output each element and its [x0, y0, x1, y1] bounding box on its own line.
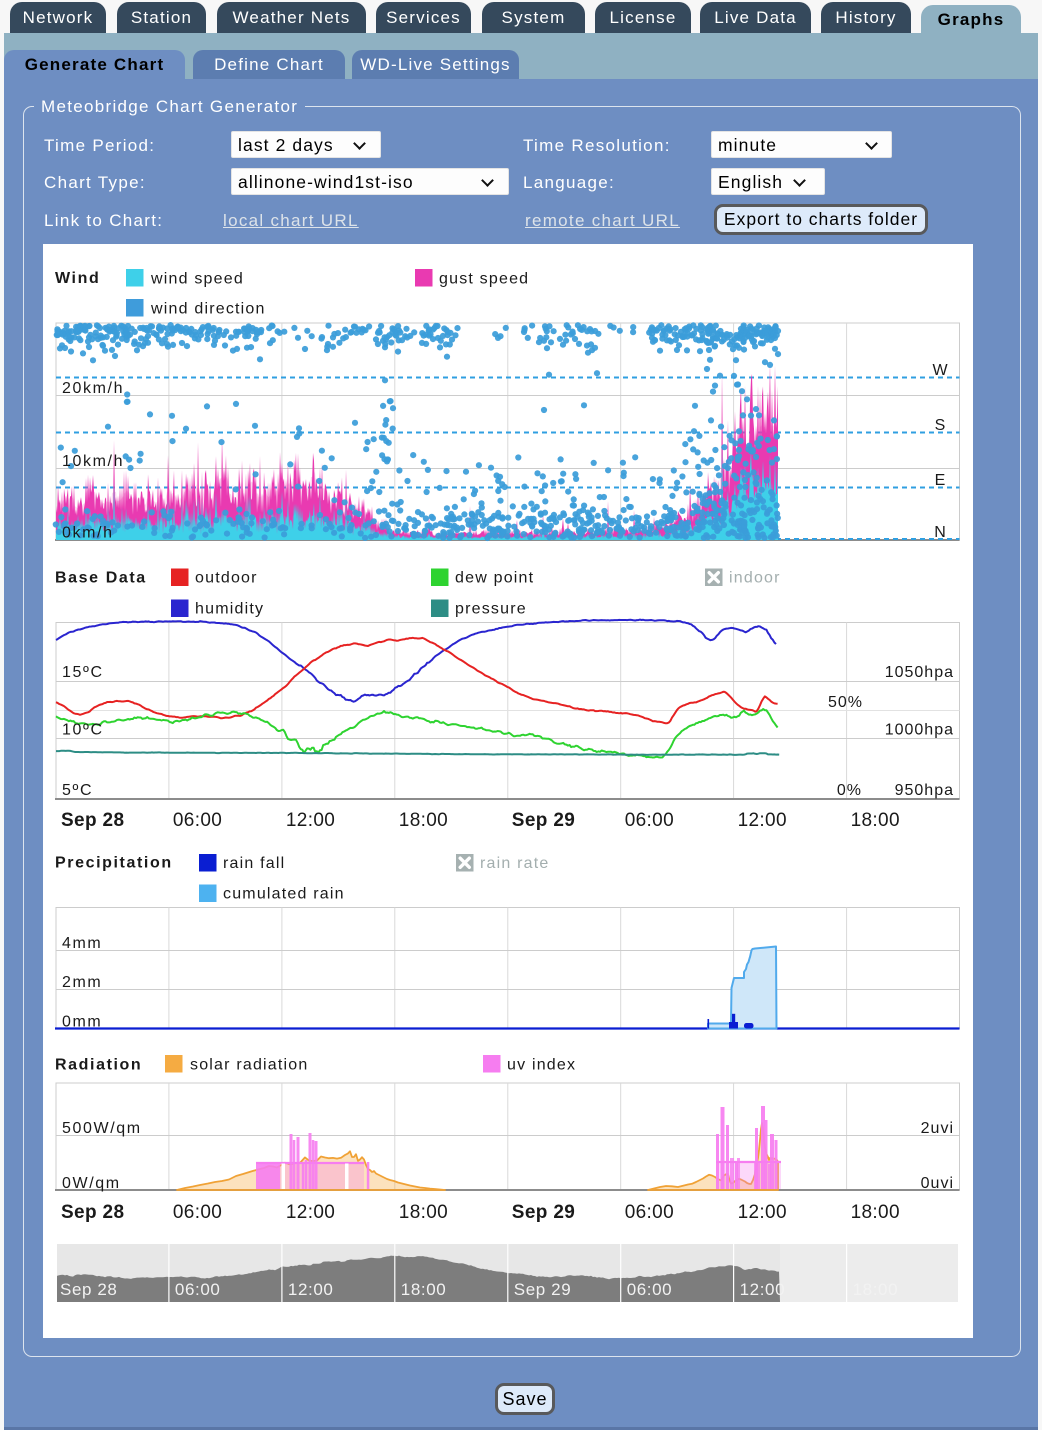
svg-text:18:00: 18:00	[851, 1202, 900, 1223]
svg-text:18:00: 18:00	[851, 810, 900, 831]
svg-text:2mm: 2mm	[62, 974, 102, 991]
svg-text:06:00: 06:00	[175, 1280, 221, 1299]
svg-text:10km/h: 10km/h	[62, 453, 124, 470]
svg-text:outdoor: outdoor	[195, 570, 258, 587]
svg-text:1050hpa: 1050hpa	[885, 664, 954, 681]
svg-text:E: E	[935, 472, 946, 489]
svg-text:solar radiation: solar radiation	[190, 1057, 309, 1074]
svg-text:N: N	[934, 524, 946, 541]
svg-text:18:00: 18:00	[853, 1280, 899, 1299]
svg-text:Sep 28: Sep 28	[61, 1202, 124, 1223]
svg-text:20km/h: 20km/h	[62, 380, 124, 397]
svg-text:wind direction: wind direction	[150, 301, 266, 318]
svg-text:950hpa: 950hpa	[895, 782, 954, 799]
svg-text:0km/h: 0km/h	[62, 525, 114, 542]
svg-text:0uvi: 0uvi	[921, 1175, 954, 1192]
svg-text:06:00: 06:00	[627, 1280, 673, 1299]
svg-text:Sep 29: Sep 29	[514, 1280, 571, 1299]
svg-text:12:00: 12:00	[738, 810, 787, 831]
svg-text:uv index: uv index	[507, 1057, 576, 1074]
svg-text:1000hpa: 1000hpa	[885, 722, 954, 739]
svg-text:12:00: 12:00	[286, 810, 335, 831]
svg-text:18:00: 18:00	[399, 810, 448, 831]
svg-text:dew point: dew point	[455, 570, 534, 587]
svg-text:Base Data: Base Data	[55, 570, 147, 587]
svg-text:12:00: 12:00	[738, 1202, 787, 1223]
svg-text:15ºC: 15ºC	[62, 664, 104, 681]
svg-text:5ºC: 5ºC	[62, 782, 93, 799]
svg-text:gust speed: gust speed	[439, 271, 529, 288]
svg-text:0mm: 0mm	[62, 1014, 102, 1031]
svg-text:12:00: 12:00	[286, 1202, 335, 1223]
svg-text:cumulated rain: cumulated rain	[223, 886, 345, 903]
svg-text:Wind: Wind	[55, 270, 100, 287]
svg-text:S: S	[935, 417, 946, 434]
svg-text:0W/qm: 0W/qm	[62, 1175, 121, 1192]
svg-text:indoor: indoor	[729, 570, 781, 587]
svg-text:0%: 0%	[837, 782, 862, 799]
svg-text:18:00: 18:00	[399, 1202, 448, 1223]
svg-text:50%: 50%	[828, 694, 863, 711]
svg-text:06:00: 06:00	[173, 1202, 222, 1223]
svg-text:Sep 28: Sep 28	[60, 1280, 117, 1299]
svg-text:2uvi: 2uvi	[921, 1120, 954, 1137]
svg-text:18:00: 18:00	[401, 1280, 447, 1299]
svg-text:humidity: humidity	[195, 601, 264, 618]
svg-text:rain rate: rain rate	[480, 855, 550, 872]
svg-text:4mm: 4mm	[62, 935, 102, 952]
svg-text:12:00: 12:00	[288, 1280, 334, 1299]
svg-text:Precipitation: Precipitation	[55, 855, 173, 872]
svg-text:Sep 29: Sep 29	[512, 1202, 575, 1223]
svg-text:10ºC: 10ºC	[62, 722, 104, 739]
svg-text:Sep 28: Sep 28	[61, 810, 124, 831]
svg-text:pressure: pressure	[455, 601, 527, 618]
svg-text:500W/qm: 500W/qm	[62, 1120, 142, 1137]
svg-text:wind speed: wind speed	[150, 271, 244, 288]
svg-text:06:00: 06:00	[625, 1202, 674, 1223]
svg-text:rain fall: rain fall	[223, 855, 285, 872]
svg-text:06:00: 06:00	[173, 810, 222, 831]
svg-text:Radiation: Radiation	[55, 1057, 142, 1074]
svg-text:Sep 29: Sep 29	[512, 810, 575, 831]
svg-text:12:00: 12:00	[740, 1280, 786, 1299]
svg-text:06:00: 06:00	[625, 810, 674, 831]
svg-text:W: W	[932, 362, 948, 379]
